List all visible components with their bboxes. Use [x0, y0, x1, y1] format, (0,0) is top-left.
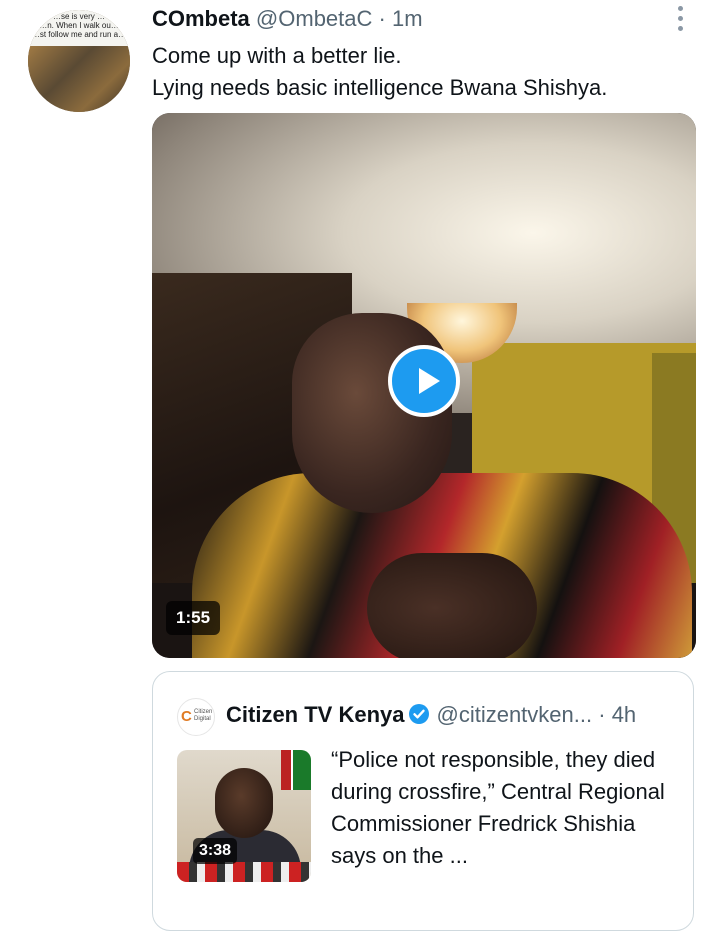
thumbnail-microphones: [177, 862, 311, 882]
play-icon[interactable]: [388, 345, 460, 417]
kenya-flag: [281, 750, 311, 790]
quoted-tweet-header: Citizen TV Kenya @citizentvken... · 4h: [226, 702, 636, 731]
quoted-user-handle[interactable]: @citizentvken...: [436, 702, 592, 727]
video-duration-badge: 1:55: [166, 601, 221, 635]
tweet-text-line: Come up with a better lie.: [152, 43, 402, 68]
verified-badge-icon: [408, 703, 430, 731]
avatar-caption-text: …se is very … …n. When I walk ou… …st fo…: [28, 10, 130, 50]
display-name[interactable]: COmbeta: [152, 6, 250, 31]
more-options-icon[interactable]: [670, 4, 692, 34]
tweet-timestamp[interactable]: 1m: [392, 6, 423, 31]
quoted-header-separator: ·: [598, 702, 606, 727]
video-player[interactable]: 1:55: [152, 113, 696, 658]
citizen-digital-logo[interactable]: C Citizen Digital: [177, 698, 215, 736]
user-handle[interactable]: @OmbetaC: [256, 6, 372, 31]
logo-mark: C: [181, 708, 192, 725]
quoted-tweet-text: “Police not responsible, they died durin…: [331, 747, 665, 868]
tweet-text-line: Lying needs basic intelligence Bwana Shi…: [152, 75, 608, 100]
quoted-video-thumbnail[interactable]: 3:38: [177, 750, 311, 882]
quoted-tweet[interactable]: C Citizen Digital Citizen TV Kenya @citiz…: [152, 671, 694, 931]
logo-text: Citizen Digital: [194, 709, 213, 722]
quoted-tweet-timestamp[interactable]: 4h: [612, 702, 636, 727]
tweet-text: Come up with a better lie. Lying needs b…: [152, 40, 607, 104]
quoted-video-duration-badge: 3:38: [193, 838, 238, 864]
avatar[interactable]: …se is very … …n. When I walk ou… …st fo…: [28, 10, 130, 112]
header-separator: ·: [378, 6, 386, 31]
quoted-display-name[interactable]: Citizen TV Kenya: [226, 702, 404, 727]
thumbnail-person-face: [215, 768, 273, 838]
tweet-header: COmbeta @OmbetaC · 1m: [152, 6, 423, 32]
video-frame-person-hand: [367, 553, 537, 658]
avatar-image: [28, 46, 130, 112]
